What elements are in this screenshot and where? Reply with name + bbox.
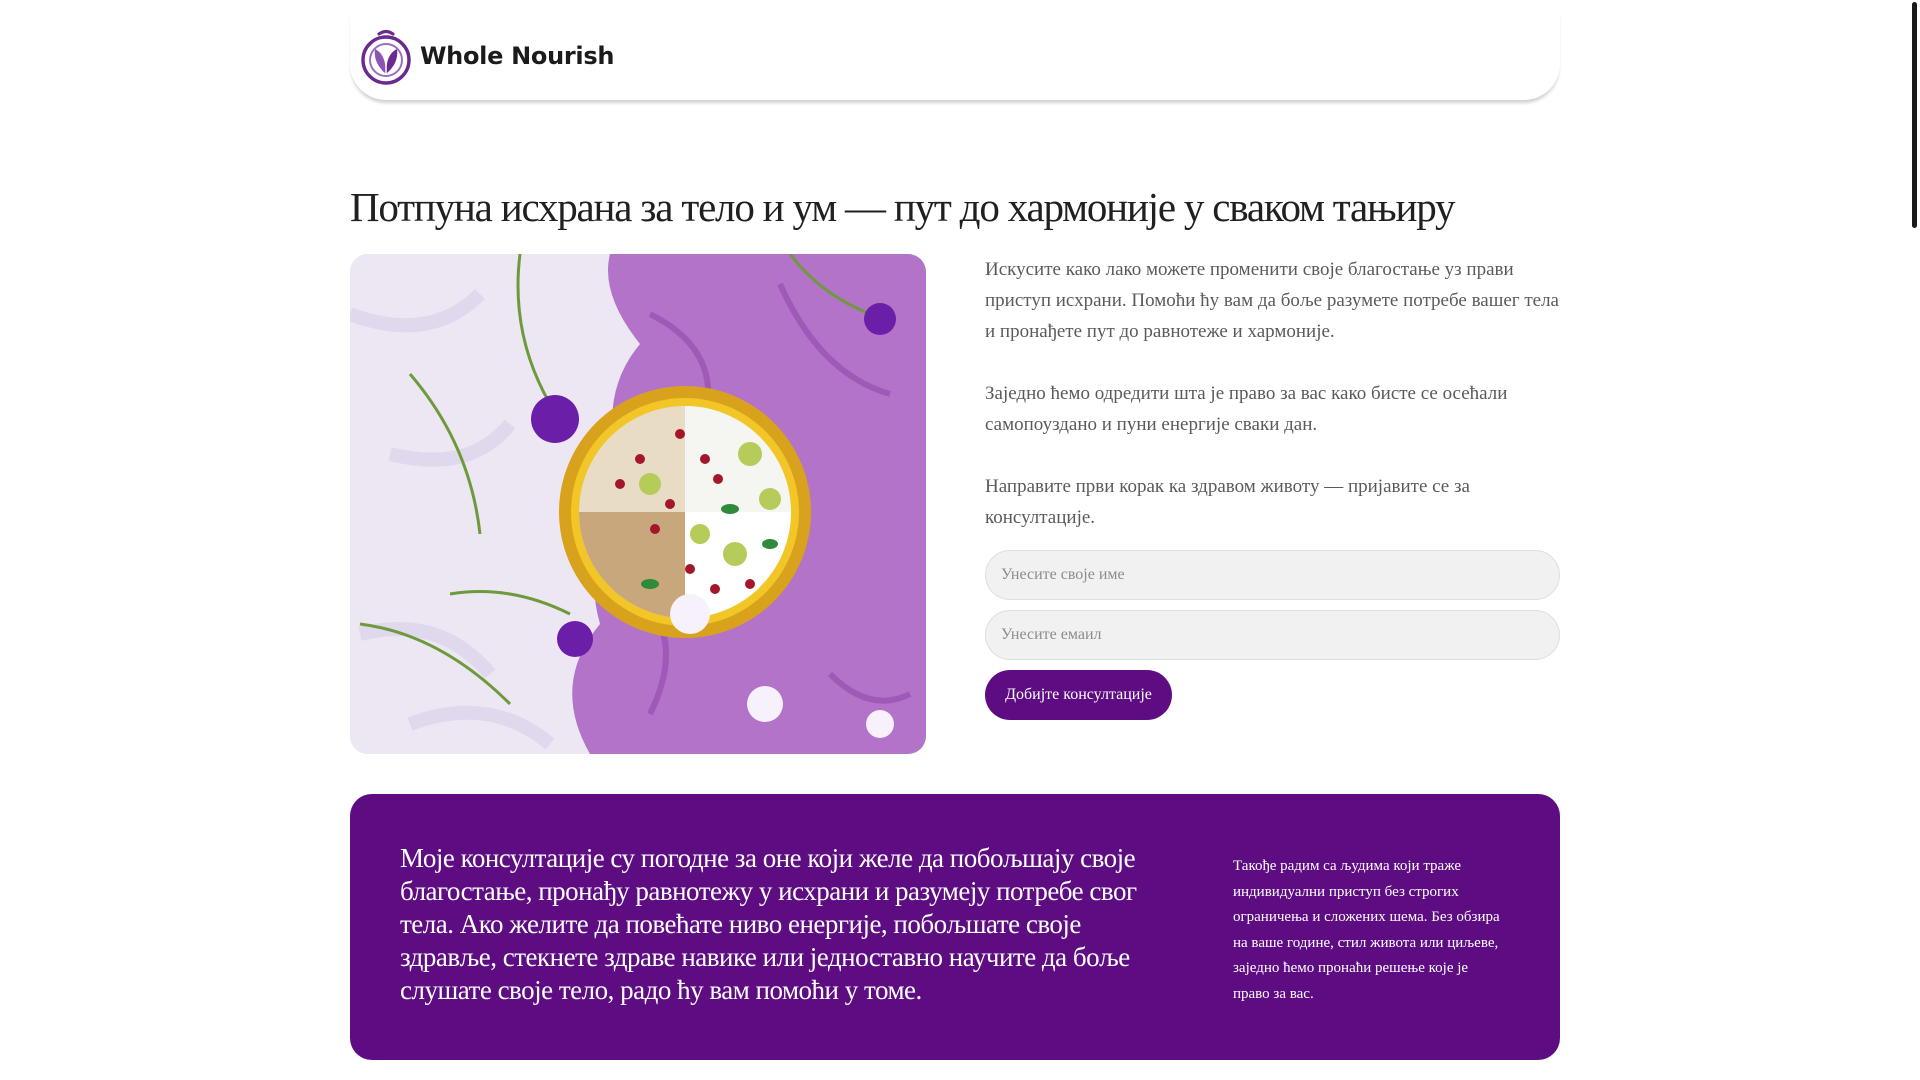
brand-name: Whole Nourish — [420, 42, 615, 70]
site-header: Whole Nourish — [350, 12, 1560, 100]
email-input[interactable] — [985, 610, 1560, 660]
intro-paragraph: Заједно ћемо одредити шта је право за ва… — [985, 383, 1508, 435]
oatmeal-bowl-with-flowers-photo — [350, 254, 926, 754]
hero-image — [350, 254, 926, 754]
banner-main-text: Моје консултације су погодне за оне који… — [400, 843, 1137, 1005]
page-scrollbar[interactable] — [1908, 0, 1920, 1080]
get-consultation-button[interactable]: Добијте консултације — [985, 670, 1172, 720]
consultation-info-banner: Моје консултације су погодне за оне који… — [350, 794, 1560, 1060]
plate-with-leaf-icon — [361, 29, 411, 85]
intro-text: Искусите како лако можете променити свој… — [985, 254, 1560, 564]
intro-paragraph: Искусите како лако можете променити свој… — [985, 259, 1559, 342]
brand-logo-link[interactable]: Whole Nourish — [358, 27, 614, 85]
intro-paragraph: Направите први корак ка здравом животу —… — [985, 476, 1470, 528]
banner-side-text: Такође радим са људима који траже индиви… — [1233, 858, 1500, 1002]
scrollbar-thumb[interactable] — [1912, 2, 1917, 228]
name-input[interactable] — [985, 550, 1560, 600]
page-title: Потпуна исхрана за тело и ум — пут до ха… — [350, 184, 1455, 230]
